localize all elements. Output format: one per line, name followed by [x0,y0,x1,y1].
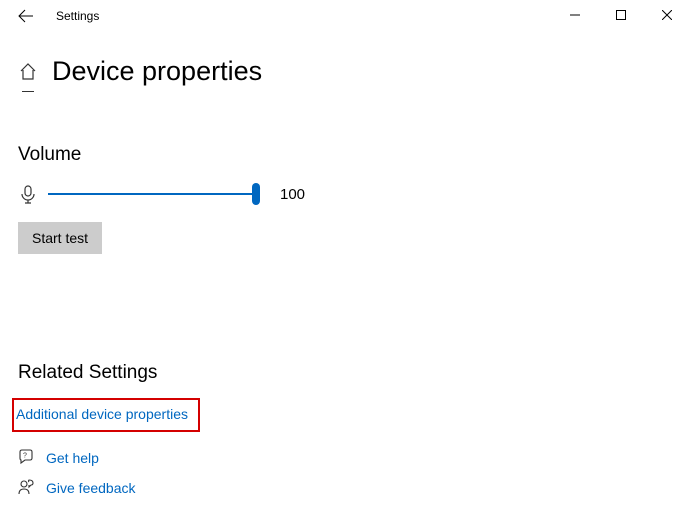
get-help-link[interactable]: Get help [46,450,99,466]
back-arrow-icon[interactable] [18,8,34,24]
window-controls [552,0,690,30]
related-settings-title: Related Settings [18,362,200,384]
start-test-button[interactable]: Start test [18,222,102,254]
feedback-icon [18,479,36,497]
slider-thumb[interactable] [252,183,260,205]
get-help-row: ? Get help [18,449,136,467]
help-icon: ? [18,449,36,467]
volume-label: Volume [18,144,672,166]
maximize-button[interactable] [598,0,644,30]
related-settings-section: Related Settings Additional device prope… [18,362,200,432]
volume-value: 100 [280,186,305,203]
page-title: Device properties [52,56,262,87]
window-title: Settings [56,9,99,23]
page-header: Device properties [0,32,690,87]
volume-row: 100 [18,184,672,204]
close-button[interactable] [644,0,690,30]
content-area: Volume 100 Start test [0,92,690,254]
home-icon[interactable] [18,62,38,82]
footer-links: ? Get help Give feedback [18,449,136,509]
additional-device-properties-link[interactable]: Additional device properties [16,406,188,422]
highlight-box: Additional device properties [12,398,200,432]
titlebar: Settings [0,0,690,32]
microphone-icon [18,184,38,204]
give-feedback-link[interactable]: Give feedback [46,480,136,496]
volume-slider[interactable] [48,193,258,195]
svg-text:?: ? [23,453,27,460]
minimize-button[interactable] [552,0,598,30]
give-feedback-row: Give feedback [18,479,136,497]
